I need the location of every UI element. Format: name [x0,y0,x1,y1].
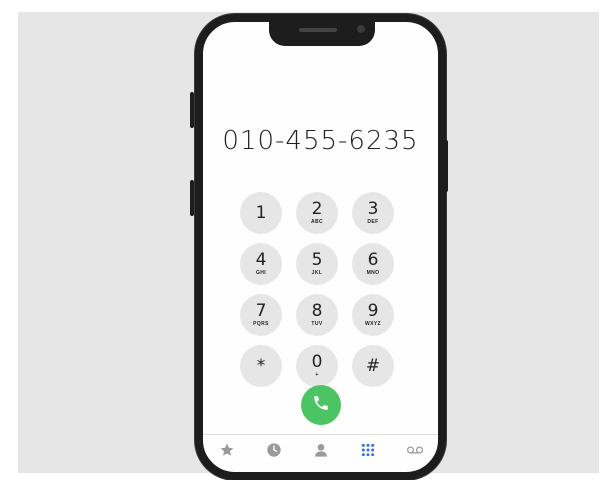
key-letters: + [315,372,319,378]
key-hash[interactable]: # [352,345,394,387]
key-digit: 2 [311,199,323,219]
key-digit: 0 [311,352,323,372]
key-digit: * [256,355,266,376]
tab-favorites[interactable] [214,439,240,465]
front-camera [357,25,365,33]
key-digit: 3 [367,199,379,219]
key-star[interactable]: * [240,345,282,387]
key-5[interactable]: 5 JKL [296,243,338,285]
key-digit: 8 [311,301,323,321]
key-digit: 1 [255,202,267,223]
key-digit: 7 [255,301,267,321]
key-4[interactable]: 4 GHI [240,243,282,285]
dialed-number: 010-455-6235 [222,126,419,156]
key-letters: ABC [310,219,324,225]
key-digit: 6 [367,250,379,270]
key-7[interactable]: 7 PQRS [240,294,282,336]
keypad-icon [360,442,376,463]
phone-frame: 010-455-6235 1 2 ABC 3 DEF 4 GHI 5 JKL 6 MNO … [190,14,448,480]
key-8[interactable]: 8 TUV [296,294,338,336]
tab-voicemail[interactable] [402,439,428,465]
key-letters: GHI [255,270,267,276]
volume-down-button [190,180,194,216]
key-letters: MNO [366,270,380,276]
key-letters: PQRS [253,321,269,327]
speaker-grille [299,28,337,32]
contact-icon [313,442,329,463]
key-digit: 5 [311,250,323,270]
voicemail-icon [406,442,424,463]
key-6[interactable]: 6 MNO [352,243,394,285]
star-icon [219,442,235,463]
clock-icon [266,442,282,463]
key-letters: DEF [367,219,379,225]
key-3[interactable]: 3 DEF [352,192,394,234]
notch [269,20,375,46]
tab-contacts[interactable] [308,439,334,465]
tab-bar [203,434,438,469]
key-digit: 9 [367,301,379,321]
key-letters: JKL [311,270,323,276]
power-button [444,140,448,192]
call-button[interactable] [301,385,341,425]
tab-recents[interactable] [261,439,287,465]
phone-icon [312,394,330,417]
key-letters: WXYZ [364,321,382,327]
key-digit: # [365,355,381,376]
key-1[interactable]: 1 [240,192,282,234]
dial-keypad: 1 2 ABC 3 DEF 4 GHI 5 JKL 6 MNO 7 PQRS 8 TUV 9W… [240,192,406,387]
key-digit: 4 [255,250,267,270]
key-letters: TUV [311,321,323,327]
key-0[interactable]: 0 + [296,345,338,387]
key-2[interactable]: 2 ABC [296,192,338,234]
volume-up-button [190,92,194,128]
key-9[interactable]: 9 WXYZ [352,294,394,336]
tab-keypad[interactable] [355,439,381,465]
